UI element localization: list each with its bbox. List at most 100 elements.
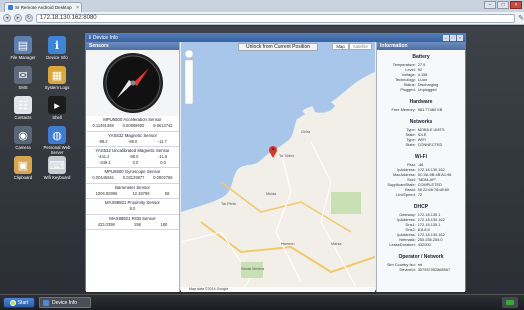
info-value: 357937052868967 — [417, 267, 451, 272]
desktop-icon[interactable]: ◍ Personal Web Server — [38, 126, 76, 155]
info-key: LeaseDuration: — [389, 242, 416, 247]
sensor-value: 8.0 — [129, 206, 136, 211]
info-row: Plugged: Unplugged — [380, 87, 462, 92]
info-section: Networks Type: MOBILE UMTS State: IDLE Type: W… — [377, 115, 465, 150]
back-icon[interactable]: ◂ — [3, 14, 11, 22]
minimize-button[interactable]: – — [484, 1, 496, 9]
web-server-icon: ◍ — [48, 126, 66, 144]
sensor-block: MAX88921 Proximity Sensor 8.0 — [86, 199, 179, 215]
map-label: Marsa — [331, 242, 342, 246]
desktop-icon[interactable]: ◉ Camera — [4, 126, 42, 150]
window-controls: – □ × — [484, 1, 522, 9]
desktop-icon[interactable]: ✉ SMS — [4, 66, 42, 90]
system-tray[interactable] — [502, 297, 518, 308]
sensor-name: MPU6500 Gyroscope Sensor — [104, 169, 161, 174]
sensor-value: 0.0002765 — [153, 175, 173, 180]
device-window-titlebar[interactable]: ℹ Device Info — [86, 34, 465, 42]
desktop-icon[interactable]: ☷ Contacts — [4, 96, 42, 120]
desktop-icon[interactable]: ▤ File Manager — [4, 36, 42, 60]
desktop-icon-label: Wifi Keyboard — [43, 175, 71, 180]
folder-icon: ▤ — [14, 36, 32, 54]
desktop-icon[interactable]: ⌨ Wifi Keyboard — [38, 156, 76, 180]
sensor-name: YAS532 Uncalibrated Magnetic Sensor — [95, 148, 170, 153]
compass — [86, 50, 179, 116]
info-section: Hardware Free Memory: 981.77480 KB — [377, 95, 465, 115]
device-info-icon: ℹ — [48, 36, 66, 54]
desktop: ▤ File Manager ℹ Device Info ✉ SMS ▦ System Log… — [0, 26, 524, 294]
info-section: Operator / Network Sim Country Iso: mt Devi… — [377, 250, 465, 275]
url-input[interactable]: 172.18.130.162:8080 — [35, 13, 516, 23]
sensor-value: 0.03129877 — [122, 175, 145, 180]
information-panel: Information Battery Temperature: 27.9 Level… — [376, 42, 465, 292]
sensor-value: -11.7 — [157, 138, 167, 144]
desktop-icon[interactable]: ▸ Shell — [38, 96, 76, 120]
taskbar-item-device-info[interactable]: Device Info — [39, 297, 91, 308]
sensor-block: MAX88921 RGB Sensor 423.0398 258 180 — [86, 215, 179, 230]
desktop-icon[interactable]: ▦ System Logs — [38, 66, 76, 90]
start-label: Start — [17, 299, 29, 306]
map-label: Ta' Xbiex — [279, 154, 295, 158]
desktop-icon[interactable]: ℹ Device Info — [38, 36, 76, 60]
info-section-title: Operator / Network — [398, 254, 444, 260]
information-panel-title: Information — [377, 42, 465, 50]
info-value: 981.77480 KB — [417, 107, 443, 112]
sensors-panel: Sensors MPU6500 Acceleration Sensor 0.114… — [86, 42, 180, 292]
sensor-name: MAX88921 RGB Sensor — [109, 215, 156, 221]
sensor-value: 12.38799 — [132, 190, 150, 196]
info-section-title: DHCP — [413, 204, 429, 210]
sensor-values-row: -98.2 -88.0 -11.7 — [88, 139, 177, 145]
sensor-value: 58 — [164, 190, 170, 196]
tab-close-icon[interactable]: × — [76, 5, 79, 11]
info-value: 432000 — [417, 242, 431, 247]
device-window-minimize-button[interactable]: – — [443, 35, 449, 41]
sensor-value: 258 — [134, 221, 142, 227]
sensors-panel-title: Sensors — [86, 42, 179, 50]
map-canvas[interactable] — [181, 42, 375, 292]
info-key: State: — [405, 142, 416, 147]
info-section-title: Networks — [409, 119, 433, 125]
desktop-icon-label: Contacts — [14, 115, 32, 120]
sensor-values-row: 0.11491368 0.50889600 9.6613742 — [88, 123, 177, 129]
info-list: Battery Temperature: 27.9 Level: 92 Voltage: 4… — [377, 50, 465, 275]
reload-icon[interactable]: ↻ — [24, 14, 33, 22]
wrench-icon[interactable]: ✎ — [518, 14, 524, 22]
start-button[interactable]: Start — [3, 297, 35, 308]
camera-icon: ◉ — [14, 126, 32, 144]
info-row: LeaseDuration: 432000 — [380, 242, 462, 247]
info-section: DHCP Gateway: 172.18.130.1 IpAddress: 172.18… — [377, 200, 465, 250]
info-key: LinkSpeed: — [396, 192, 416, 197]
browser-tab[interactable]: SI Remote Android Desktop × — [4, 2, 82, 12]
shell-icon: ▸ — [48, 96, 66, 114]
sensor-block: Barometer Sensor 1006.82996 12.38799 58 — [86, 184, 179, 199]
sensor-block: MPU6500 Gyroscope Sensor 0.00445661 0.0312… — [86, 168, 179, 184]
info-section: Battery Temperature: 27.9 Level: 92 Voltage: 4… — [377, 50, 465, 95]
browser-window: SI Remote Android Desktop × – □ × ◂ ▸ ↻ … — [0, 0, 524, 310]
map-label: Tal-Pietà — [221, 202, 236, 206]
device-window-maximize-button[interactable]: □ — [450, 35, 456, 41]
map-label: Msida — [266, 192, 277, 196]
sensor-name: YAS532 Magnetic Sensor — [108, 132, 157, 138]
map-panel[interactable]: Unlock from Current Position Map Satelli… — [181, 42, 375, 292]
info-row: State: CONNECTED — [380, 142, 462, 147]
task-label: Device Info — [52, 299, 78, 306]
sensor-value: 0.0 — [132, 159, 139, 165]
device-info-window: ℹ Device Info – □ × Sensors MPU6500 Acce… — [85, 33, 466, 292]
map-type-map-button[interactable]: Map — [332, 43, 349, 50]
sensor-values-row: 0.00445661 0.03129877 0.0002765 — [88, 175, 177, 181]
desktop-icon[interactable]: ▣ Clipboard — [4, 156, 42, 180]
sensor-name: MAX88921 Proximity Sensor — [105, 200, 160, 205]
close-button[interactable]: × — [510, 1, 522, 9]
info-section-title: Wi-Fi — [414, 154, 428, 160]
forward-icon[interactable]: ▸ — [13, 14, 22, 22]
device-window-close-button[interactable]: × — [457, 35, 463, 41]
desktop-icon-label: Clipboard — [13, 175, 33, 180]
sensor-value: 423.0398 — [97, 221, 115, 227]
map-footer: Map data ©2014 Google — [181, 287, 375, 292]
sensor-values-row: 423.0398 258 180 — [88, 222, 177, 228]
address-bar: ◂ ▸ ↻ 172.18.130.162:8080 ✎ — [0, 12, 524, 25]
unlock-position-button[interactable]: Unlock from Current Position — [238, 43, 318, 51]
map-type-satellite-button[interactable]: Satellite — [348, 43, 372, 50]
maximize-button[interactable]: □ — [497, 1, 509, 9]
start-orb-icon — [9, 299, 16, 306]
sensor-value: 180 — [160, 221, 168, 227]
